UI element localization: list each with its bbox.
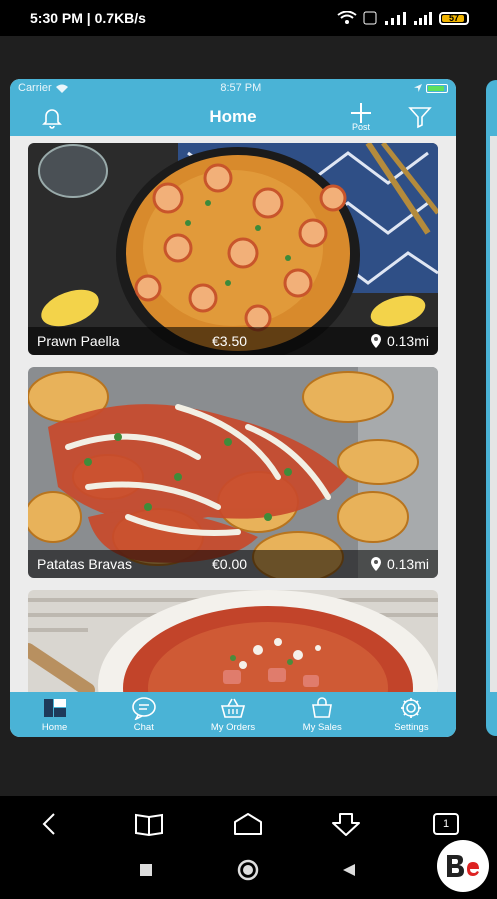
chevron-left-icon (42, 813, 55, 835)
bag-icon (312, 697, 333, 718)
tab-chat[interactable]: Chat (99, 692, 188, 737)
carrier-label: Carrier (18, 82, 52, 94)
carrier-group: Carrier (18, 82, 68, 94)
status-time-speed: 5:30 PM | 0.7KB/s (30, 10, 146, 26)
back-button[interactable] (34, 810, 66, 838)
patatas-bravas-photo (28, 367, 438, 578)
location-pin-icon (370, 334, 381, 348)
download-button[interactable] (330, 810, 362, 838)
basket-icon (220, 698, 246, 718)
listing-card[interactable]: Prawn Paella €3.50 0.13mi (28, 143, 438, 355)
triangle-back-icon (343, 864, 355, 876)
filter-icon (408, 106, 432, 128)
listing-price: €0.00 (212, 556, 248, 572)
soup-photo (28, 590, 438, 692)
android-status-bar: 5:30 PM | 0.7KB/s 57 (0, 0, 497, 36)
battery-level: 57 (448, 12, 459, 23)
wifi-icon (337, 11, 357, 24)
plus-icon (351, 102, 371, 123)
listing-card[interactable]: Patatas Bravas €0.00 0.13mi (28, 367, 438, 578)
listing-name: Prawn Paella (37, 333, 120, 349)
volte-icon (363, 11, 377, 25)
tab-my-orders[interactable]: My Orders (188, 692, 277, 737)
page-title: Home (209, 106, 257, 126)
post-label: Post (351, 121, 370, 132)
next-screen-peek-content (490, 136, 497, 692)
listing-card[interactable] (28, 590, 438, 692)
distance-value: 0.13mi (386, 556, 429, 572)
listing-distance: 0.13mi (370, 556, 429, 572)
paella-photo (28, 143, 438, 355)
tab-settings[interactable]: Settings (367, 692, 456, 737)
status-icons: 57 (337, 11, 469, 25)
tabs-button[interactable]: 1 (430, 810, 462, 838)
tab-home[interactable]: Home (10, 692, 99, 737)
ios-right-icons (414, 83, 448, 93)
home-button[interactable] (232, 810, 264, 838)
tab-label: My Orders (210, 722, 256, 733)
listing-caption: Patatas Bravas €0.00 0.13mi (28, 550, 438, 578)
listing-name: Patatas Bravas (37, 556, 132, 572)
tab-count: 1 (442, 818, 450, 830)
post-button[interactable]: Post (346, 97, 376, 136)
app-header: Home Post (10, 97, 456, 136)
battery-icon: 57 (439, 11, 469, 25)
location-pin-icon (370, 557, 381, 571)
listing-price: €3.50 (212, 333, 248, 349)
android-navigation: 1 (0, 796, 497, 899)
system-home-button[interactable] (232, 856, 264, 884)
tab-my-sales[interactable]: My Sales (278, 692, 367, 737)
listing-feed[interactable]: Prawn Paella €3.50 0.13mi Patatas Bravas… (10, 136, 456, 692)
ios-battery-icon (426, 83, 448, 93)
download-icon (332, 813, 360, 836)
home-outline-icon (234, 813, 262, 835)
listing-distance: 0.13mi (370, 333, 429, 349)
wifi-icon (55, 84, 68, 93)
signal-icon (414, 12, 432, 25)
signal-4g-icon (385, 12, 406, 25)
chat-icon (131, 697, 156, 720)
ios-time: 8:57 PM (220, 82, 262, 94)
gear-icon (401, 698, 422, 718)
tab-bar: Home Chat My Orders My Sales Settings (10, 692, 456, 737)
bell-icon (42, 108, 62, 129)
ios-status-bar: Carrier 8:57 PM (10, 79, 456, 97)
filter-button[interactable] (408, 97, 432, 136)
tab-label: Settings (394, 722, 429, 733)
bookmarks-button[interactable] (133, 810, 165, 838)
watermark-logo (437, 840, 489, 892)
tab-label: My Sales (302, 722, 342, 733)
recents-button[interactable] (130, 856, 162, 884)
system-back-button[interactable] (333, 856, 365, 884)
distance-value: 0.13mi (386, 333, 429, 349)
tab-label: Home (41, 722, 68, 733)
tab-label: Chat (133, 722, 154, 733)
circle-icon (237, 859, 259, 881)
home-icon (43, 699, 66, 717)
app-screen: Carrier 8:57 PM Home Post Prawn Paella €… (10, 79, 456, 737)
notifications-button[interactable] (40, 97, 64, 136)
browser-toolbar: 1 (0, 804, 497, 844)
listing-caption: Prawn Paella €3.50 0.13mi (28, 327, 438, 355)
system-nav-bar (0, 856, 497, 886)
square-icon (140, 864, 152, 876)
location-arrow-icon (414, 84, 422, 92)
book-icon (135, 813, 163, 836)
be-logo-icon (447, 855, 479, 877)
